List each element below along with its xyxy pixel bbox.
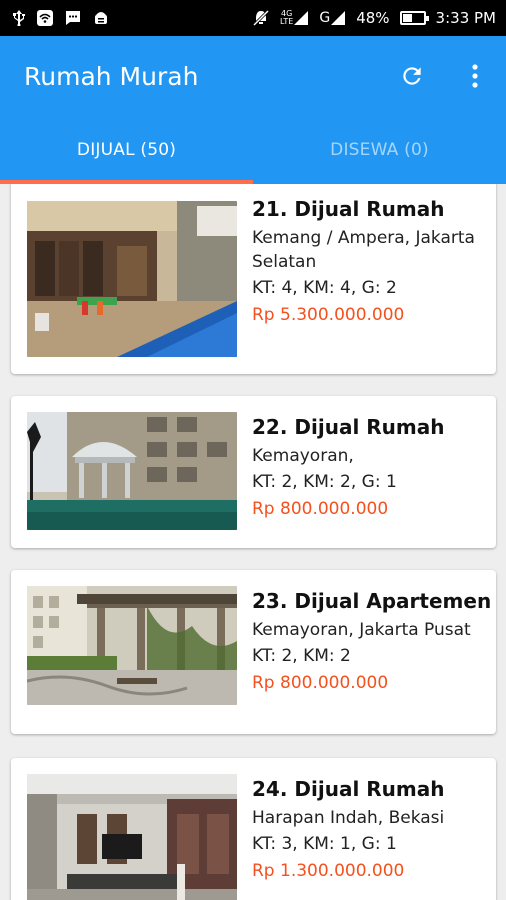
wifi-app-icon	[36, 9, 54, 27]
listing-card[interactable]: 21. Dijual Rumah Kemang / Ampera, Jakart…	[11, 184, 496, 374]
battery-icon	[399, 11, 429, 25]
refresh-icon	[403, 67, 421, 85]
listing-location: Kemayoran,	[252, 446, 354, 466]
listing-specs: KT: 4, KM: 4, G: 2	[252, 278, 397, 298]
listing-location: Kemang / Ampera, Jakarta Selatan	[252, 228, 475, 272]
listing-price: Rp 1.300.000.000	[252, 861, 405, 881]
listing-title: 23. Dijual Apartemen	[252, 589, 492, 613]
listing-title: 21. Dijual Rumah	[252, 197, 445, 221]
listing-title: 24. Dijual Rumah	[252, 777, 445, 801]
status-bar: 4G LTE G 48% 3:33 PM	[0, 0, 506, 36]
network-type-label: 4G LTE	[280, 9, 294, 26]
listing-specs: KT: 3, KM: 1, G: 1	[252, 834, 397, 854]
chat-icon	[64, 9, 82, 27]
listing-photo	[27, 586, 237, 705]
listing-location: Harapan Indah, Bekasi	[252, 808, 445, 828]
listing-info: 21. Dijual Rumah Kemang / Ampera, Jakart…	[252, 196, 486, 327]
listing-specs: KT: 2, KM: 2	[252, 646, 351, 666]
listing-photo	[27, 412, 237, 530]
android-debug-icon	[92, 9, 110, 27]
more-vert-icon	[472, 64, 478, 88]
listing-photo	[27, 774, 237, 900]
refresh-button[interactable]	[380, 36, 444, 116]
app-title: Rumah Murah	[24, 61, 199, 91]
listing-card[interactable]: 23. Dijual Apartemen Kemayoran, Jakarta …	[11, 570, 496, 734]
tab-dijual[interactable]: DIJUAL (50)	[0, 116, 253, 184]
battery-percent: 48%	[356, 9, 390, 27]
mute-icon	[252, 9, 270, 27]
listing-info: 24. Dijual Rumah Harapan Indah, Bekasi K…	[252, 776, 486, 883]
listing-price: Rp 5.300.000.000	[252, 305, 405, 325]
listing-specs: KT: 2, KM: 2, G: 1	[252, 472, 397, 492]
usb-icon	[12, 10, 26, 26]
listing-info: 22. Dijual Rumah Kemayoran, KT: 2, KM: 2…	[252, 414, 486, 521]
listing-photo	[27, 201, 237, 357]
listing-card[interactable]: 24. Dijual Rumah Harapan Indah, Bekasi K…	[11, 758, 496, 900]
tab-disewa[interactable]: DISEWA (0)	[253, 116, 506, 184]
sim2-label: G	[319, 10, 331, 26]
listing-price: Rp 800.000.000	[252, 673, 389, 693]
lte-signal-icon: 4G LTE	[280, 10, 309, 26]
tab-bar: DIJUAL (50) DISEWA (0)	[0, 116, 506, 184]
listing-location: Kemayoran, Jakarta Pusat	[252, 620, 471, 640]
sim2-signal-icon: G	[319, 10, 346, 26]
clock: 3:33 PM	[435, 9, 496, 27]
listing-info: 23. Dijual Apartemen Kemayoran, Jakarta …	[252, 588, 492, 695]
app-bar: Rumah Murah	[0, 36, 506, 116]
listing-card[interactable]: 22. Dijual Rumah Kemayoran, KT: 2, KM: 2…	[11, 396, 496, 548]
listing-list[interactable]: 21. Dijual Rumah Kemang / Ampera, Jakart…	[0, 184, 506, 900]
more-options-button[interactable]	[444, 36, 506, 116]
listing-title: 22. Dijual Rumah	[252, 415, 445, 439]
listing-price: Rp 800.000.000	[252, 499, 389, 519]
